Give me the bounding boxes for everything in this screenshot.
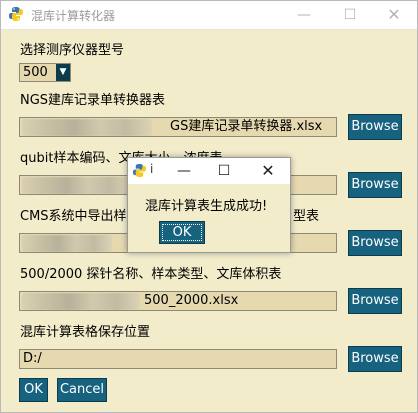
instrument-select-value: 500: [23, 65, 48, 80]
probe-browse-button[interactable]: Browse: [348, 288, 402, 314]
redacted-area: [22, 119, 152, 136]
dialog-message: 混库计算表生成成功!: [145, 199, 268, 214]
redacted-area: [22, 235, 112, 252]
dialog-minimize-button[interactable]: —: [164, 158, 204, 184]
cancel-button[interactable]: Cancel: [57, 378, 107, 402]
window-title: 混库计算转化器: [31, 9, 116, 23]
chevron-down-icon[interactable]: ▼: [56, 64, 70, 81]
probe-path-field[interactable]: 500_2000.xlsx: [19, 291, 337, 311]
save-browse-button[interactable]: Browse: [348, 346, 402, 372]
ngs-path-field[interactable]: GS建库记录单转换器.xlsx: [19, 117, 337, 137]
qubit-browse-button[interactable]: Browse: [348, 172, 402, 198]
cms-label-tail: 型表: [293, 209, 320, 224]
ok-button[interactable]: OK: [19, 378, 48, 402]
save-path-value: D:/: [23, 351, 42, 366]
instrument-label: 选择测序仪器型号: [20, 43, 125, 58]
redacted-area: [22, 177, 132, 194]
probe-label: 500/2000 探针名称、样本类型、文库体积表: [20, 267, 282, 282]
close-button[interactable]: ✕: [371, 1, 417, 29]
save-label: 混库计算表格保存位置: [20, 325, 151, 340]
cms-browse-button[interactable]: Browse: [348, 230, 402, 256]
python-icon: [132, 163, 147, 178]
dialog-title-mark: i: [150, 162, 154, 176]
dialog-title-bar: i — ☐ ✕: [128, 158, 290, 184]
save-path-field[interactable]: D:/: [19, 349, 337, 369]
success-dialog: i — ☐ ✕ 混库计算表生成成功! OK: [127, 157, 291, 253]
ngs-browse-button[interactable]: Browse: [348, 114, 402, 140]
dialog-close-button[interactable]: ✕: [248, 158, 288, 184]
minimize-button[interactable]: —: [281, 1, 327, 29]
maximize-button[interactable]: ☐: [327, 1, 373, 29]
ngs-path-value: GS建库记录单转换器.xlsx: [170, 119, 323, 134]
cms-label: CMS系统中导出样: [20, 209, 127, 224]
ngs-label: NGS建库记录单转换器表: [20, 93, 166, 108]
redacted-area: [22, 293, 140, 310]
instrument-select[interactable]: 500 ▼: [19, 63, 71, 82]
dialog-ok-button[interactable]: OK: [159, 221, 205, 244]
python-icon: [9, 7, 23, 21]
dialog-maximize-button[interactable]: ☐: [204, 158, 244, 184]
probe-path-value: 500_2000.xlsx: [144, 293, 239, 308]
title-bar: 混库计算转化器 — ☐ ✕: [1, 1, 417, 30]
